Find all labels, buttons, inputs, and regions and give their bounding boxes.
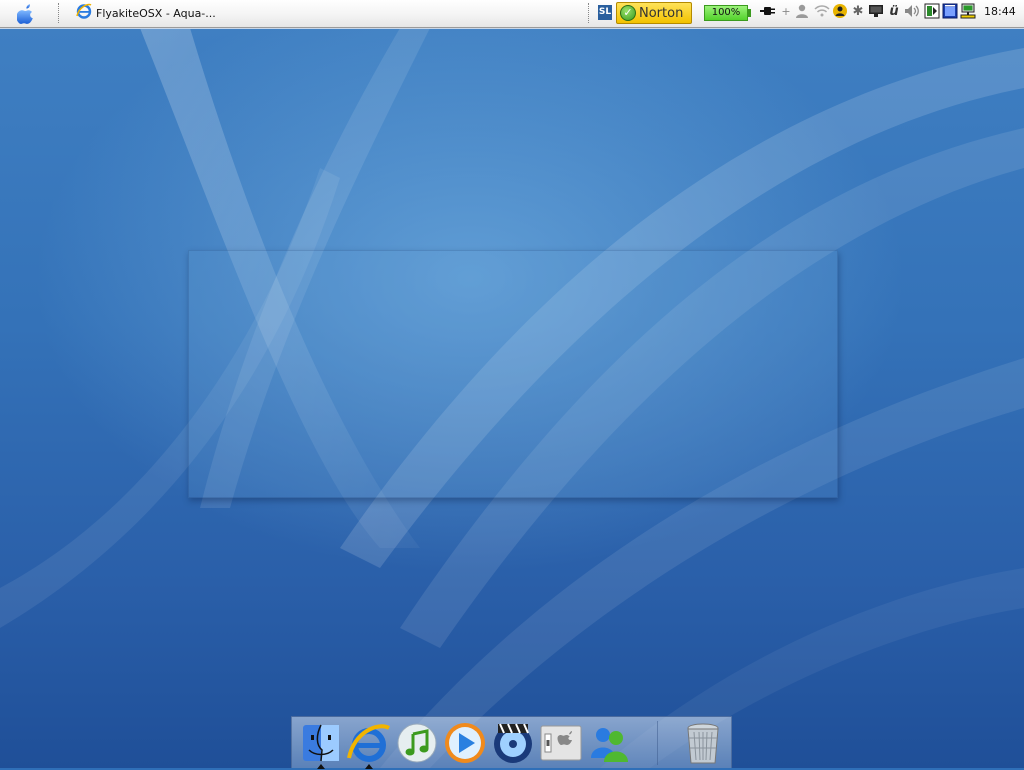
msn-messenger-icon[interactable] (586, 720, 632, 766)
menu-bar: FlyakiteOSX - Aqua-... SL ✓ Norton 100% … (0, 0, 1024, 28)
system-preferences-icon[interactable] (538, 720, 584, 766)
desktop[interactable] (0, 28, 1024, 768)
dvd-player-icon[interactable] (490, 720, 536, 766)
messenger-icon[interactable] (832, 2, 848, 20)
display-icon[interactable] (868, 2, 884, 20)
volume-icon[interactable] (904, 2, 920, 20)
user-icon[interactable] (794, 2, 810, 20)
menubar-grip (58, 3, 61, 23)
norton-label: Norton (639, 5, 684, 21)
battery-tip (748, 9, 751, 17)
bluetooth-icon[interactable]: ✱ (850, 2, 866, 20)
tray-grip (588, 3, 591, 23)
sl-icon[interactable]: SL (598, 5, 612, 20)
running-indicator (365, 764, 373, 769)
finder-icon[interactable] (298, 720, 344, 769)
apple-icon[interactable] (14, 3, 38, 24)
check-icon: ✓ (620, 5, 636, 21)
battery-indicator[interactable]: 100% (704, 5, 748, 21)
plus-icon: + (781, 4, 791, 18)
media-player-icon[interactable] (442, 720, 488, 766)
internet-explorer-icon[interactable] (346, 720, 392, 769)
font-u-icon[interactable]: ü (886, 2, 902, 20)
running-indicator (317, 764, 325, 769)
power-plug-icon[interactable] (760, 2, 776, 20)
internet-explorer-icon (76, 3, 92, 23)
dock (291, 716, 732, 769)
network-icon[interactable] (960, 2, 976, 20)
itunes-icon[interactable] (394, 720, 440, 766)
app-tray-icon[interactable] (924, 2, 940, 20)
norton-button[interactable]: ✓ Norton (616, 2, 692, 24)
taskbar-item-browser[interactable]: FlyakiteOSX - Aqua-... (76, 2, 276, 24)
trash-icon[interactable] (680, 720, 726, 766)
wifi-icon[interactable] (814, 2, 830, 20)
translucent-panel (188, 250, 838, 498)
dock-separator (657, 721, 658, 765)
window-icon[interactable] (942, 2, 958, 20)
menubar-clock[interactable]: 18:44 (984, 5, 1016, 18)
taskbar-item-label: FlyakiteOSX - Aqua-... (96, 6, 216, 20)
